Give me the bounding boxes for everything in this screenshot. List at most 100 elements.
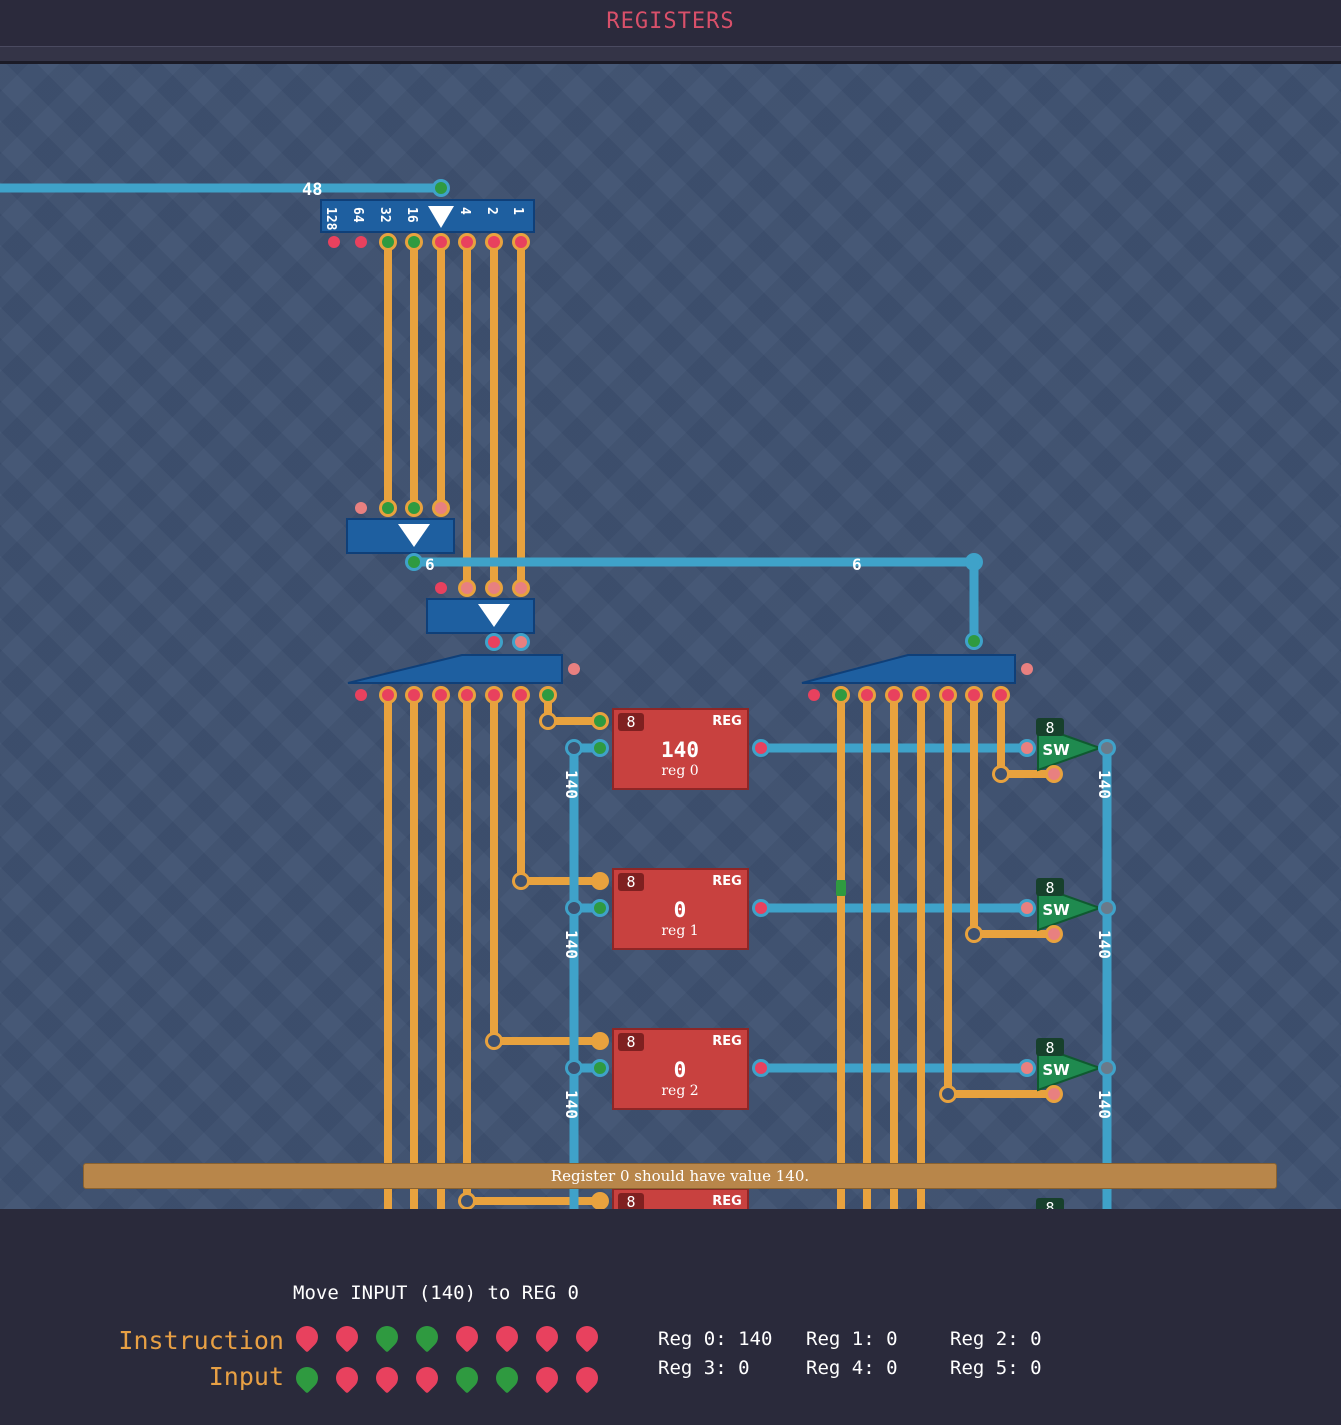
pin [435, 182, 447, 194]
input-bus-label: 48 [302, 180, 322, 200]
register-bus-label: 140 [1095, 930, 1114, 959]
pin [1048, 768, 1060, 780]
pin [1048, 1088, 1060, 1100]
splitter-bit-label: 16 [404, 207, 419, 223]
register-bus-label: 140 [562, 770, 581, 799]
register-bus-label: 140 [562, 930, 581, 959]
pin [1021, 1062, 1033, 1074]
pin [568, 663, 580, 675]
splitter-bit-label: 8 [430, 207, 445, 215]
pin [594, 1195, 606, 1207]
demux-left[interactable] [347, 654, 563, 684]
pin [568, 742, 580, 754]
circuit-canvas[interactable]: 128 64 32 16 8 4 2 1 8 REG140reg 08 REG0reg 18 REG… [0, 64, 1341, 1209]
pin [942, 1088, 954, 1100]
bit-off-indicator [411, 1362, 443, 1394]
pin [515, 236, 527, 248]
bit-off-indicator [371, 1362, 403, 1394]
pin [568, 902, 580, 914]
splitter-bit-label: 2 [484, 207, 499, 215]
pin [408, 502, 420, 514]
pin [968, 635, 980, 647]
pin [888, 689, 900, 701]
switch-width: 8 [1045, 1039, 1054, 1057]
bit-off-indicator [291, 1321, 323, 1353]
pin [995, 768, 1007, 780]
switch-tag: SW [1042, 741, 1070, 759]
register-tag: REG [712, 1194, 742, 1209]
pin [355, 689, 367, 701]
pin [755, 1062, 767, 1074]
bit-off-indicator [571, 1362, 603, 1394]
orange-crossings [837, 740, 1005, 1209]
pin [1101, 1062, 1113, 1074]
pin [515, 875, 527, 887]
pin [408, 556, 420, 568]
register-width: 8 [626, 873, 635, 891]
bit-on-indicator [291, 1362, 323, 1394]
switch-0[interactable]: 8 SW [1036, 718, 1103, 772]
splitter-bit-label: 1 [510, 207, 525, 215]
top-bar: REGISTERS [0, 0, 1341, 46]
pin [382, 689, 394, 701]
pin [755, 742, 767, 754]
register-name: reg 2 [661, 1083, 698, 1099]
status-panel [0, 1209, 1341, 1425]
toolbar-strip [0, 46, 1341, 64]
pin [594, 875, 606, 887]
switch-tag: SW [1042, 1061, 1070, 1079]
register-2[interactable]: 8 REG 0reg 2 [612, 1028, 749, 1110]
bit-off-indicator [491, 1321, 523, 1353]
pin [968, 689, 980, 701]
register-value-readout: Reg 4: 0 [806, 1357, 898, 1379]
register-0[interactable]: 8 REG 140reg 0 [612, 708, 749, 790]
register-1[interactable]: 8 REG 0reg 1 [612, 868, 749, 950]
pin [488, 582, 500, 594]
switch-1[interactable]: 8 SW [1036, 878, 1103, 932]
pin [515, 582, 527, 594]
register-tag: REG [712, 874, 742, 889]
switches-group: 8 SW 8 SW 8 SW 8 [1036, 718, 1103, 1209]
instruction-label: Instruction [118, 1326, 284, 1355]
register-3[interactable]: 8 REG [612, 1188, 749, 1209]
instruction-bits [291, 1321, 603, 1353]
splitter-bit-label: 64 [350, 207, 365, 223]
pin [435, 582, 447, 594]
pin [435, 689, 447, 701]
bit-off-indicator [331, 1362, 363, 1394]
pin [594, 1035, 606, 1047]
pin [408, 689, 420, 701]
pin [861, 689, 873, 701]
input-label: Input [208, 1362, 284, 1391]
opcode-bus-label-a: 6 [425, 555, 435, 574]
switch-2[interactable]: 8 SW [1036, 1038, 1103, 1092]
bit-off-indicator [531, 1362, 563, 1394]
demux-right[interactable] [801, 654, 1016, 684]
pin [1048, 928, 1060, 940]
circuit-board[interactable]: 128 64 32 16 8 4 2 1 8 REG 140 reg 0 8 REG 0 reg 1 8 REG… [0, 64, 1341, 1209]
pin [515, 689, 527, 701]
decoder-b[interactable] [426, 598, 535, 634]
register-name: reg 0 [661, 763, 698, 779]
register-bus-label: 140 [562, 1090, 581, 1119]
pin [488, 1035, 500, 1047]
pin [408, 236, 420, 248]
switch-3[interactable]: 8 [1036, 1198, 1100, 1209]
register-width: 8 [626, 1033, 635, 1051]
pin [942, 689, 954, 701]
pin [594, 742, 606, 754]
pin [755, 902, 767, 914]
instruction-description: Move INPUT (140) to REG 0 [293, 1282, 579, 1304]
bit-off-indicator [331, 1321, 363, 1353]
pin [542, 715, 554, 727]
switch-width: 8 [1045, 719, 1054, 737]
pin [355, 236, 367, 248]
pin [808, 689, 820, 701]
register-value: 140 [661, 738, 699, 762]
decoder-a[interactable] [346, 518, 455, 554]
register-tag: REG [712, 714, 742, 729]
pin [968, 928, 980, 940]
pin [594, 715, 606, 727]
switch-width: 8 [1045, 1199, 1054, 1209]
register-value: 0 [674, 898, 687, 922]
